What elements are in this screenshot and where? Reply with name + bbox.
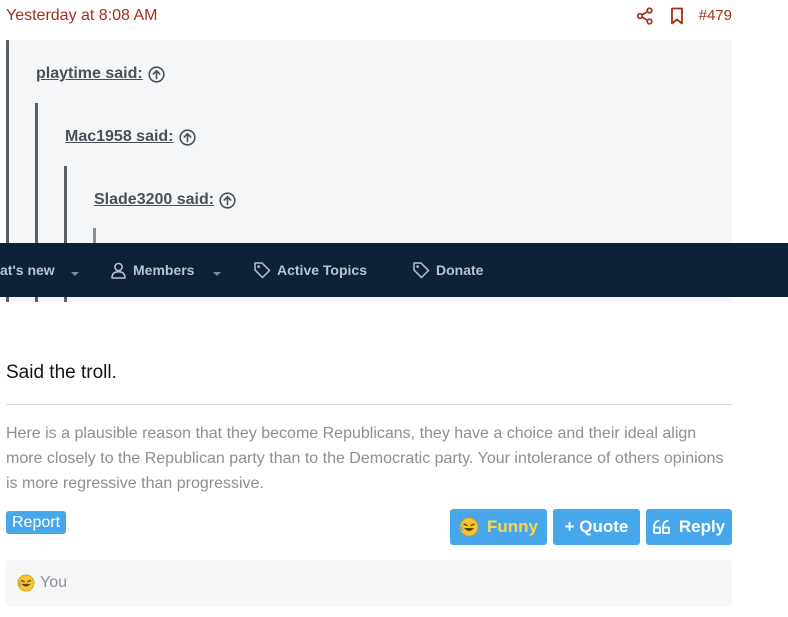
post-number[interactable]: #479: [699, 6, 732, 26]
reaction-users[interactable]: You: [40, 574, 67, 592]
nav-item-label: at's new: [0, 262, 55, 278]
nav-item-label: Donate: [436, 262, 484, 278]
quote-author-link[interactable]: Slade3200 said:: [94, 191, 236, 209]
chevron-down-icon[interactable]: [70, 265, 80, 276]
navigation-bar: at's new Members Active Topics Donate: [0, 243, 788, 297]
nav-item-label: Active Topics: [277, 262, 367, 278]
quote-author-name[interactable]: Mac1958 said:: [65, 128, 174, 146]
tag-icon: [253, 261, 271, 279]
chevron-down-icon[interactable]: [212, 265, 222, 276]
post-signature: Here is a plausible reason that they bec…: [6, 425, 724, 492]
arrow-up-circle-icon[interactable]: [178, 128, 196, 146]
user-icon: [110, 262, 127, 279]
funny-label: Funny: [487, 517, 538, 536]
quote-author-name[interactable]: Slade3200 said:: [94, 191, 214, 209]
share-icon[interactable]: [635, 6, 655, 26]
nav-item-members[interactable]: Members: [110, 243, 194, 297]
arrow-up-circle-icon[interactable]: [219, 191, 236, 209]
nav-item-whats-new[interactable]: at's new: [0, 243, 55, 297]
reply-button[interactable]: Reply: [646, 509, 732, 545]
quote-author-link[interactable]: Mac1958 said:: [65, 128, 196, 146]
nav-item-donate[interactable]: Donate: [412, 243, 483, 297]
nav-item-active-topics[interactable]: Active Topics: [253, 243, 367, 297]
quote-author-link[interactable]: playtime said:: [36, 65, 165, 83]
laughing-emoji-icon: [459, 517, 479, 537]
quote-marks-icon: [652, 519, 671, 535]
quote-button[interactable]: + Quote: [553, 509, 640, 545]
quote-author-name[interactable]: playtime said:: [36, 65, 143, 83]
post-date[interactable]: Yesterday at 8:08 AM: [6, 6, 158, 26]
post-actions: #479: [623, 6, 732, 26]
signature-divider: [6, 404, 732, 405]
post-header: Yesterday at 8:08 AM #479: [6, 6, 732, 28]
laughing-emoji-icon: [17, 574, 35, 597]
funny-reaction-button[interactable]: Funny: [450, 509, 547, 545]
bookmark-icon[interactable]: [667, 6, 687, 26]
reactions-bar[interactable]: You: [6, 560, 732, 606]
tag-icon: [412, 261, 430, 279]
reply-label: Reply: [678, 517, 726, 536]
report-button[interactable]: Report: [6, 511, 67, 534]
nav-item-label: Members: [133, 262, 195, 278]
post-body-text: Said the troll.: [6, 362, 117, 383]
arrow-up-circle-icon[interactable]: [148, 65, 165, 83]
